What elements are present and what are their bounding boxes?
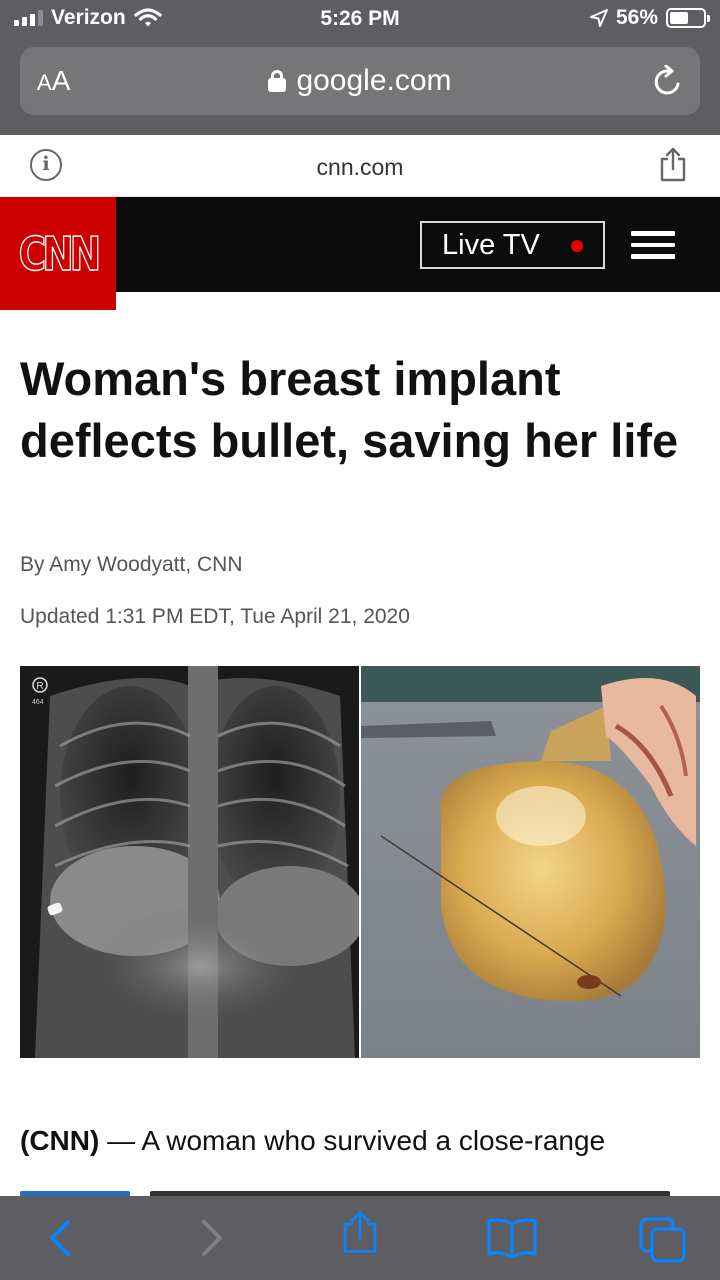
cnn-logo-text: CNN: [18, 226, 102, 282]
lock-icon: [268, 70, 287, 92]
battery-percent: 56%: [615, 6, 658, 29]
cnn-header: CNN Live TV: [0, 197, 720, 310]
xray-code: 464: [32, 699, 44, 706]
implant-image[interactable]: [361, 666, 700, 1058]
article-updated: Updated 1:31 PM EDT, Tue April 21, 2020: [20, 605, 410, 628]
hamburger-menu-icon[interactable]: [631, 231, 675, 259]
forward-icon[interactable]: [188, 1216, 232, 1260]
site-info-bar: i cnn.com: [0, 135, 720, 197]
bookmarks-icon[interactable]: [486, 1216, 538, 1260]
live-dot-icon: [571, 240, 583, 252]
live-tv-label: Live TV: [442, 228, 540, 261]
article-lead: (CNN) — A woman who survived a close-ran…: [20, 1125, 720, 1157]
lead-source: (CNN): [20, 1125, 100, 1156]
battery-icon: [666, 8, 710, 28]
live-tv-button[interactable]: Live TV: [420, 221, 605, 269]
implant-illustration: [361, 666, 700, 1058]
xray-marker: R: [36, 681, 43, 692]
location-arrow-icon: [589, 9, 608, 27]
xray-image[interactable]: R 464: [20, 666, 359, 1058]
status-right: 56%: [589, 6, 710, 30]
url-text: google.com: [296, 64, 452, 97]
browser-toolbar: [0, 1196, 720, 1280]
article-headline: Woman's breast implant deflects bullet, …: [20, 352, 679, 467]
cnn-logo[interactable]: CNN: [0, 197, 116, 310]
lead-text: — A woman who survived a close-range: [99, 1125, 606, 1156]
share-icon[interactable]: [658, 147, 688, 183]
address-bar[interactable]: AA google.com: [20, 47, 700, 115]
article-byline[interactable]: By Amy Woodyatt, CNN: [20, 553, 243, 577]
tabs-icon[interactable]: [638, 1216, 688, 1264]
site-domain: cnn.com: [316, 154, 404, 180]
back-icon[interactable]: [40, 1216, 84, 1260]
browser-chrome: AA google.com: [0, 40, 720, 135]
battery-fill: [670, 12, 688, 24]
share-icon[interactable]: [338, 1210, 382, 1254]
url-display[interactable]: google.com: [20, 64, 700, 98]
reload-icon[interactable]: [652, 65, 684, 99]
status-bar: Verizon 5:26 PM 56%: [0, 0, 720, 40]
xray-illustration: R 464: [20, 666, 359, 1058]
